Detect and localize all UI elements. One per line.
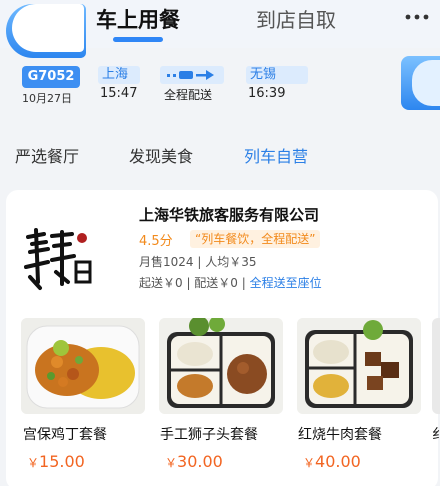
lion-head-meatball-icon (159, 318, 283, 414)
train-badge-inner (12, 4, 84, 52)
shop-rating: 4.5分 (139, 234, 173, 249)
currency-symbol: ￥ (27, 456, 40, 470)
shop-logo (24, 228, 92, 290)
train-date: 10月27日 (22, 92, 72, 105)
dish-image-kungpao[interactable] (21, 318, 145, 414)
route-arrow-icon (167, 70, 214, 80)
train-number: G7052 (22, 66, 80, 88)
more-icon[interactable] (402, 10, 432, 24)
kungpao-chicken-icon (21, 318, 145, 414)
dish-name: 宫保鸡丁套餐 (23, 427, 107, 443)
braised-beef-icon (297, 318, 421, 414)
currency-symbol: ￥ (303, 456, 316, 470)
dish-name: 红烧牛肉套餐 (298, 427, 382, 443)
to-station: 无锡 (246, 66, 308, 84)
arrival-time: 16:39 (248, 86, 286, 101)
next-train-card-inner (412, 60, 440, 106)
dish-price: ￥40.00 (303, 452, 361, 471)
departure-time: 15:47 (100, 86, 138, 101)
tab-active-indicator (113, 37, 163, 42)
shop-delivery-info: 起送￥0 | 配送￥0 | 全程送至座位 (139, 274, 322, 291)
seat-delivery-link[interactable]: 全程送至座位 (250, 276, 322, 290)
dish-name: 手工狮子头套餐 (160, 427, 258, 443)
dish-price: ￥30.00 (165, 452, 223, 471)
price-value: 15.00 (39, 452, 85, 471)
delivery-scope-label: 全程配送 (164, 88, 213, 102)
dish-name-partial: 纟 (432, 427, 440, 443)
from-station: 上海 (98, 66, 140, 84)
tab-store-pickup[interactable]: 到店自取 (256, 4, 336, 33)
category-tab-train-self-operated[interactable]: 列车自营 (244, 143, 308, 167)
price-value: 30.00 (177, 452, 223, 471)
category-tab-discover-food[interactable]: 发现美食 (129, 143, 193, 167)
dish-price: ￥15.00 (27, 452, 85, 471)
price-value: 40.00 (315, 452, 361, 471)
dish-image-braised-beef[interactable] (297, 318, 421, 414)
category-tab-selected-restaurants[interactable]: 严选餐厅 (15, 143, 79, 167)
tab-onboard-dining[interactable]: 车上用餐 (96, 4, 180, 34)
delivery-fees: 起送￥0 | 配送￥0 | (139, 276, 250, 290)
shop-slogan-tag: “列车餐饮，全程配送” (190, 230, 321, 248)
currency-symbol: ￥ (165, 456, 178, 470)
shop-sales-stats: 月售1024 | 人均￥35 (139, 255, 257, 269)
dish-image-partial[interactable] (432, 318, 440, 414)
shop-name: 上海华铁旅客服务有限公司 (139, 206, 320, 224)
dish-image-lion-head[interactable] (159, 318, 283, 414)
